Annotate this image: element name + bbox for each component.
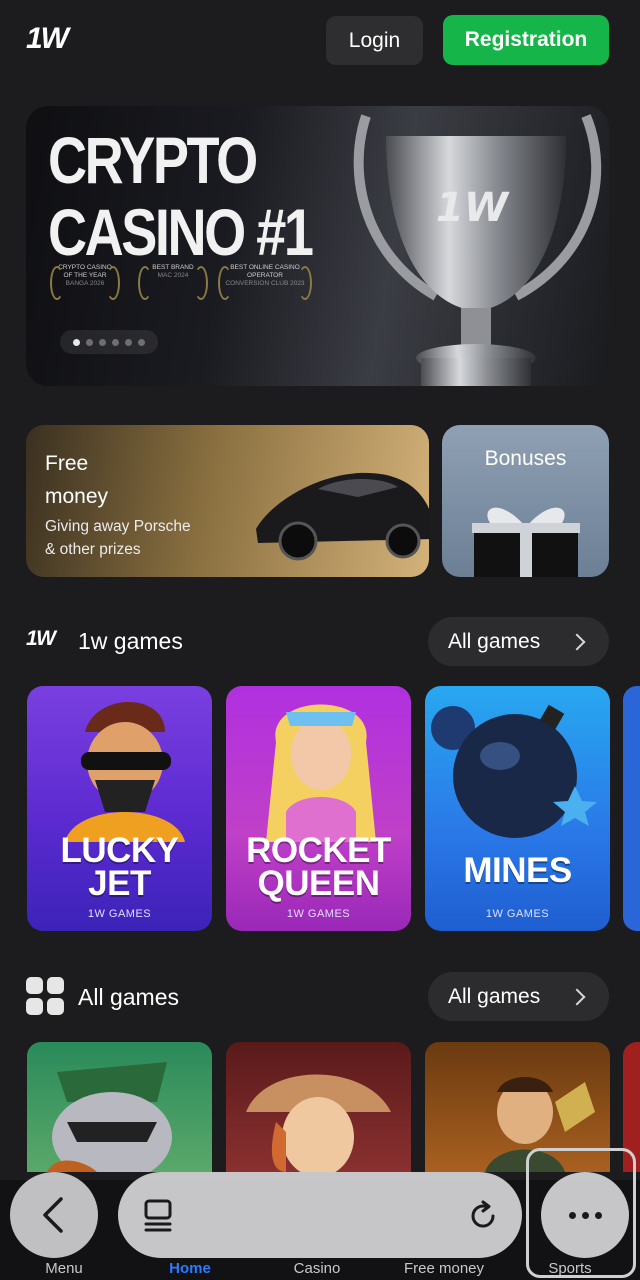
trophy-logo-text: 1W	[436, 185, 510, 231]
gift-box-icon	[472, 507, 580, 577]
1w-games-all-games-button[interactable]: All games	[428, 617, 609, 666]
lucky-jet-character-image	[65, 702, 185, 842]
free-money-desc-line-2: & other prizes	[45, 541, 141, 558]
game-provider-label: 1W GAMES	[87, 908, 152, 920]
nav-item-home[interactable]: Home	[140, 1260, 240, 1277]
game-provider-label: 1W GAMES	[485, 908, 550, 920]
award-sub: CONVERSION CLUB 2023	[225, 280, 305, 287]
game-name-line-2: QUEEN	[257, 864, 380, 903]
raccoon-character-image	[47, 1062, 172, 1172]
laurel-icon	[106, 266, 120, 300]
award-badge: BEST ONLINE CASINO OPERATOR CONVERSION C…	[218, 264, 312, 300]
all-games-label: All games	[448, 629, 541, 653]
hero-title-line-2: CASINO #1	[48, 195, 314, 269]
game-tile[interactable]	[27, 1042, 212, 1172]
game-tile-mines[interactable]: MINES 1W GAMES	[425, 686, 610, 931]
game-tile-rocket-queen[interactable]: ROCKET QUEEN 1W GAMES	[226, 686, 411, 931]
cowgirl-character-image	[246, 1074, 391, 1172]
all-games-button[interactable]: All games	[428, 972, 609, 1021]
highlight-frame	[526, 1148, 636, 1278]
browser-back-button[interactable]	[10, 1172, 98, 1258]
bonuses-card[interactable]: Bonuses	[442, 425, 609, 577]
registration-button[interactable]: Registration	[443, 15, 609, 65]
game-tile[interactable]	[226, 1042, 411, 1172]
game-name-line-1: LUCKY	[60, 831, 179, 870]
carousel-dot[interactable]	[99, 338, 106, 346]
grid-icon	[26, 977, 64, 1015]
carousel-dot[interactable]	[86, 338, 93, 346]
game-tile-partial[interactable]	[623, 686, 640, 931]
login-button[interactable]: Login	[326, 16, 423, 65]
chevron-left-icon	[43, 1197, 63, 1233]
laurel-icon	[138, 266, 152, 300]
award-title: BEST ONLINE CASINO OPERATOR	[230, 264, 300, 279]
reload-icon[interactable]	[466, 1199, 500, 1233]
bonuses-title: Bonuses	[484, 447, 567, 470]
nav-item-free-money[interactable]: Free money	[384, 1260, 504, 1277]
nav-item-casino[interactable]: Casino	[267, 1260, 367, 1277]
free-money-title-line-2: money	[45, 485, 109, 508]
hero-banner[interactable]: 1W CRYPTO CASINO #1 CRYPTO CASINO OF THE…	[26, 106, 609, 386]
game-name-line-2: JET	[88, 864, 151, 903]
1w-games-title: 1w games	[78, 628, 183, 654]
rocket-queen-character-image	[266, 704, 376, 842]
bomb-image	[431, 704, 597, 838]
carousel-dots[interactable]	[60, 330, 158, 354]
award-title: BEST BRAND	[152, 264, 194, 271]
porsche-car-image	[256, 472, 429, 561]
free-money-card[interactable]: Free money Giving away Porsche & other p…	[26, 425, 429, 577]
chevron-right-icon	[568, 988, 586, 1005]
all-games-title: All games	[78, 984, 179, 1010]
free-money-desc-line-1: Giving away Porsche	[45, 518, 191, 535]
game-tile-lucky-jet[interactable]: LUCKY JET 1W GAMES	[27, 686, 212, 931]
carousel-dot[interactable]	[125, 338, 132, 346]
laurel-icon	[50, 266, 64, 300]
free-money-title: Free money	[45, 447, 108, 513]
brand-logo[interactable]: 1W	[26, 22, 69, 56]
chevron-right-icon	[568, 633, 586, 650]
award-badge: CRYPTO CASINO OF THE YEAR BANGA 2026	[50, 264, 120, 300]
hero-title-line-1: CRYPTO	[48, 123, 258, 197]
laurel-icon	[218, 266, 232, 300]
free-money-description: Giving away Porsche & other prizes	[45, 515, 191, 561]
carousel-dot[interactable]	[138, 338, 145, 346]
carousel-dot[interactable]	[112, 338, 119, 346]
carousel-dot[interactable]	[73, 338, 80, 346]
browser-address-bar[interactable]	[118, 1172, 522, 1258]
hero-title: CRYPTO CASINO #1	[48, 123, 314, 269]
laurel-icon	[194, 266, 208, 300]
tabs-icon[interactable]	[142, 1198, 176, 1234]
1w-games-logo: 1W	[26, 627, 56, 650]
award-badge: BEST BRAND MAC 2024	[138, 264, 208, 300]
nav-item-menu[interactable]: Menu	[14, 1260, 114, 1277]
game-provider-label: 1W GAMES	[286, 908, 351, 920]
trophy-illustration: 1W	[353, 114, 602, 386]
all-games-label: All games	[448, 984, 541, 1008]
game-name-line-1: ROCKET	[246, 831, 391, 870]
free-money-title-line-1: Free	[45, 452, 89, 475]
laurel-icon	[298, 266, 312, 300]
game-name-line-1: MINES	[463, 851, 572, 890]
